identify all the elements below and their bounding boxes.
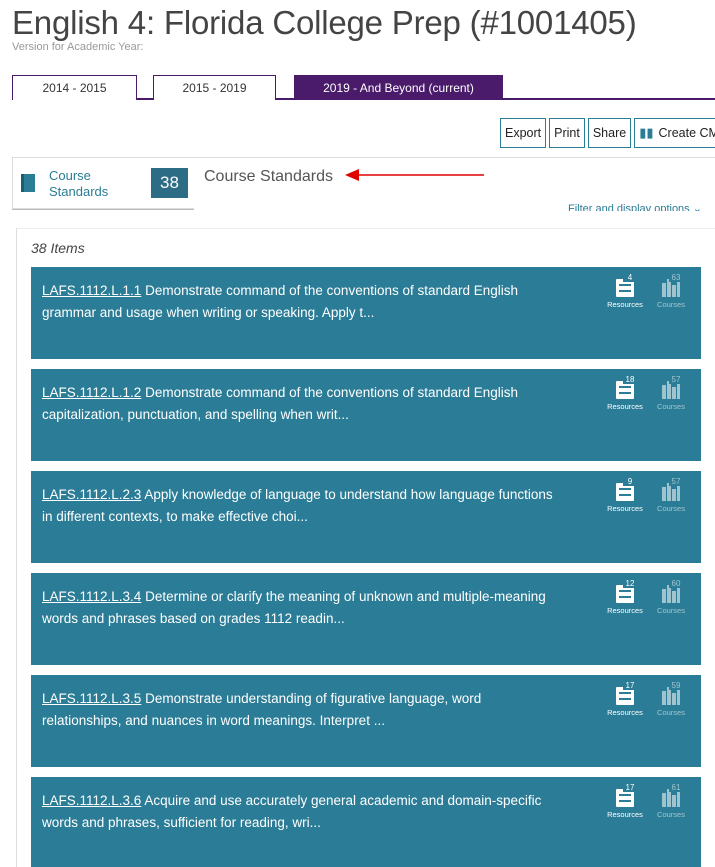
tab-2015-2019[interactable]: 2015 - 2019 (153, 75, 276, 100)
tab-2014-2015[interactable]: 2014 - 2015 (12, 75, 137, 100)
courses-button[interactable]: 57 Courses (649, 375, 693, 411)
resources-icon: 17 (614, 783, 637, 809)
courses-count: 61 (669, 783, 683, 792)
resources-button[interactable]: 18 Resources (604, 375, 646, 411)
courses-icon: 60 (660, 579, 683, 605)
section-title: Course Standards (204, 168, 333, 185)
courses-count: 60 (669, 579, 683, 588)
resources-count: 17 (623, 783, 637, 792)
resources-button[interactable]: 17 Resources (604, 681, 646, 717)
resources-icon: 4 (614, 273, 637, 299)
resources-icon: 17 (614, 681, 637, 707)
items-count: 38 Items (31, 240, 85, 256)
resources-label: Resources (607, 810, 643, 819)
share-button[interactable]: Share (587, 118, 632, 148)
filter-options-label: Filter and display options (568, 203, 690, 211)
courses-label: Courses (657, 402, 685, 411)
courses-icon: 63 (660, 273, 683, 299)
courses-count: 63 (669, 273, 683, 282)
resources-count: 9 (623, 477, 637, 486)
standard-card[interactable]: LAFS.1112.L.3.4 Determine or clarify the… (31, 573, 701, 665)
standard-code-link[interactable]: LAFS.1112.L.3.6 (42, 793, 141, 808)
standard-description: LAFS.1112.L.3.4 Determine or clarify the… (42, 586, 562, 630)
standard-code-link[interactable]: LAFS.1112.L.2.3 (42, 487, 141, 502)
courses-button[interactable]: 63 Courses (649, 273, 693, 309)
standard-card[interactable]: LAFS.1112.L.2.3 Apply knowledge of langu… (31, 471, 701, 563)
filter-options-link[interactable]: Filter and display options ⌄ (568, 202, 702, 211)
resources-count: 18 (623, 375, 637, 384)
tab-2019-beyond[interactable]: 2019 - And Beyond (current) (294, 75, 503, 100)
export-button[interactable]: Export (500, 118, 547, 148)
resources-button[interactable]: 12 Resources (604, 579, 646, 615)
resources-label: Resources (607, 606, 643, 615)
courses-label: Courses (657, 810, 685, 819)
standard-code-link[interactable]: LAFS.1112.L.1.2 (42, 385, 141, 400)
standard-description: LAFS.1112.L.2.3 Apply knowledge of langu… (42, 484, 562, 528)
resources-label: Resources (607, 402, 643, 411)
courses-label: Courses (657, 504, 685, 513)
standard-description: LAFS.1112.L.1.1 Demonstrate command of t… (42, 280, 562, 324)
standard-description: LAFS.1112.L.1.2 Demonstrate command of t… (42, 382, 562, 426)
toolbar: Export Print Share ▮▮ Create CMA (500, 118, 715, 148)
courses-label: Courses (657, 606, 685, 615)
resources-icon: 18 (614, 375, 637, 401)
courses-icon: 61 (660, 783, 683, 809)
share-label: Share (592, 126, 627, 140)
courses-button[interactable]: 59 Courses (649, 681, 693, 717)
standard-code-link[interactable]: LAFS.1112.L.3.4 (42, 589, 141, 604)
sidebar-item-label: Course Standards (49, 168, 109, 199)
year-label: Version for Academic Year: (12, 41, 144, 53)
standard-card[interactable]: LAFS.1112.L.3.6 Acquire and use accurate… (31, 777, 701, 867)
book-icon (21, 174, 35, 192)
page-title: English 4: Florida College Prep (#100140… (12, 4, 637, 41)
chevron-down-icon: ⌄ (692, 203, 702, 211)
sidebar-item-course-standards[interactable]: Course Standards 38 (12, 157, 194, 209)
create-cma-button[interactable]: ▮▮ Create CMA (634, 118, 715, 148)
print-button[interactable]: Print (549, 118, 585, 148)
resources-count: 12 (623, 579, 637, 588)
standard-description: LAFS.1112.L.3.5 Demonstrate understandin… (42, 688, 562, 732)
year-tabs: 2014 - 2015 2015 - 2019 2019 - And Beyon… (12, 75, 715, 100)
header-divider (194, 157, 715, 158)
courses-icon: 59 (660, 681, 683, 707)
standard-code-link[interactable]: LAFS.1112.L.3.5 (42, 691, 141, 706)
courses-count: 59 (669, 681, 683, 690)
resources-button[interactable]: 17 Resources (604, 783, 646, 819)
standard-card[interactable]: LAFS.1112.L.1.1 Demonstrate command of t… (31, 267, 701, 359)
resources-count: 4 (623, 273, 637, 282)
red-arrow-icon (345, 169, 484, 181)
standard-description: LAFS.1112.L.3.6 Acquire and use accurate… (42, 790, 562, 834)
map-icon: ▮▮ (639, 125, 654, 140)
resources-label: Resources (607, 504, 643, 513)
courses-button[interactable]: 60 Courses (649, 579, 693, 615)
courses-button[interactable]: 57 Courses (649, 477, 693, 513)
standard-card[interactable]: LAFS.1112.L.1.2 Demonstrate command of t… (31, 369, 701, 461)
resources-button[interactable]: 4 Resources (604, 273, 646, 309)
resources-icon: 12 (614, 579, 637, 605)
resources-label: Resources (607, 708, 643, 717)
courses-label: Courses (657, 708, 685, 717)
courses-count: 57 (669, 477, 683, 486)
standards-list-panel: 38 Items LAFS.1112.L.1.1 Demonstrate com… (16, 228, 715, 867)
resources-button[interactable]: 9 Resources (604, 477, 646, 513)
courses-count: 57 (669, 375, 683, 384)
export-label: Export (505, 126, 542, 140)
create-cma-label: Create CMA (658, 126, 715, 140)
resources-icon: 9 (614, 477, 637, 503)
print-label: Print (554, 126, 580, 140)
courses-icon: 57 (660, 477, 683, 503)
standard-card[interactable]: LAFS.1112.L.3.5 Demonstrate understandin… (31, 675, 701, 767)
courses-button[interactable]: 61 Courses (649, 783, 693, 819)
sidebar-divider (12, 209, 194, 210)
standard-code-link[interactable]: LAFS.1112.L.1.1 (42, 283, 141, 298)
courses-icon: 57 (660, 375, 683, 401)
courses-label: Courses (657, 300, 685, 309)
resources-label: Resources (607, 300, 643, 309)
standards-count-badge: 38 (151, 168, 188, 198)
resources-count: 17 (623, 681, 637, 690)
